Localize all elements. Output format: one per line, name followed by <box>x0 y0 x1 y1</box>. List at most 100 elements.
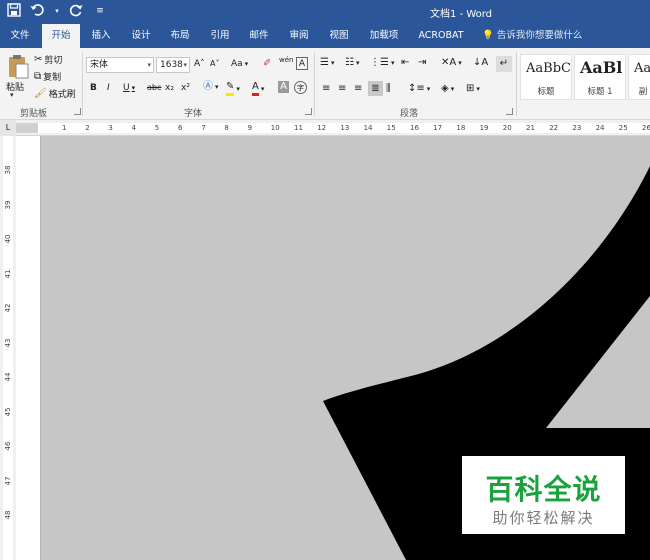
font-name-value: 宋体 <box>90 60 109 70</box>
style-subtitle[interactable]: Aa 副 <box>628 54 650 100</box>
ruler-number: 9 <box>247 124 253 132</box>
character-shading-button[interactable]: A <box>278 81 289 93</box>
bold-button[interactable]: B <box>90 83 97 93</box>
phonetic-guide-icon: wén <box>279 56 294 64</box>
align-right-button[interactable]: ≡ <box>354 83 362 95</box>
sort-button[interactable]: ↓A <box>473 57 488 69</box>
tab-selector-icon[interactable]: L <box>0 120 16 136</box>
copy-icon: ⧉ <box>34 70 42 82</box>
align-center-button[interactable]: ≡ <box>338 83 346 95</box>
format-painter-button[interactable]: 🖌 格式刷 <box>34 87 76 101</box>
copy-button[interactable]: ⧉ 复制 <box>34 70 61 84</box>
asian-layout-icon: ✕A <box>441 57 457 68</box>
tab-mailings[interactable]: 邮件 <box>240 24 278 48</box>
clear-format-button[interactable]: ✐ <box>263 58 271 70</box>
strikethrough-button[interactable]: abc <box>147 83 161 92</box>
line-spacing-button[interactable]: ↕≡ ▾ <box>408 83 430 95</box>
change-case-button[interactable]: Aa ▾ <box>231 59 248 69</box>
paragraph-mark-icon: ↵ <box>499 58 509 69</box>
show-marks-button[interactable]: ↵ <box>496 56 512 72</box>
ruler-number: 38 <box>4 165 12 175</box>
borders-icon: ⊞ <box>466 83 475 94</box>
horizontal-ruler[interactable]: 1 2 3 4 5 6 7 8 9 10 11 12 13 14 15 16 17 18 19 20 21 22 23 24 2… <box>16 123 650 133</box>
tab-acrobat[interactable]: ACROBAT <box>412 24 470 48</box>
borders-button[interactable]: ⊞ ▾ <box>466 83 480 95</box>
multilevel-list-button[interactable]: ⋮☰ ▾ <box>370 57 394 69</box>
cut-button[interactable]: ✂ 剪切 <box>34 53 62 67</box>
watermark-subtitle: 助你轻松解决 <box>492 509 595 527</box>
vertical-ruler[interactable]: 38 39 40 41 42 43 44 45 46 47 48 <box>0 136 16 560</box>
tab-references[interactable]: 引用 <box>201 24 239 48</box>
chevron-down-icon: ▾ <box>183 61 187 69</box>
style-heading1-name: 标题 1 <box>587 87 613 97</box>
page-margin <box>16 136 41 560</box>
vertical-ruler-bar: 38 39 40 41 42 43 44 45 46 47 48 <box>3 136 13 560</box>
ruler-number: 13 <box>340 124 350 132</box>
ruler-number: 48 <box>4 510 12 520</box>
style-title-sample: AaBbC <box>526 61 571 76</box>
clipboard-launcher-icon[interactable] <box>74 108 81 115</box>
font-color-icon: A <box>252 81 259 96</box>
character-border-button[interactable]: A <box>296 57 308 70</box>
bullet-list-icon: ☰ <box>320 57 329 68</box>
numbering-button[interactable]: ☷ ▾ <box>345 57 359 69</box>
grow-font-button[interactable]: A˄ <box>194 59 205 69</box>
font-name-select[interactable]: 宋体 ▾ <box>86 57 154 73</box>
shrink-font-button[interactable]: A˅ <box>210 59 219 68</box>
font-launcher-icon[interactable] <box>305 108 312 115</box>
ruler-number: 25 <box>618 124 628 132</box>
tab-review[interactable]: 审阅 <box>280 24 318 48</box>
shading-button[interactable]: ◈ ▾ <box>441 83 454 95</box>
justify-button[interactable]: ≣ <box>368 81 383 96</box>
ruler-number: 5 <box>154 124 160 132</box>
ruler-number: 18 <box>456 124 466 132</box>
lightbulb-icon: 💡 <box>482 30 494 41</box>
underline-button[interactable]: U ▾ <box>123 83 135 93</box>
paste-button[interactable]: 粘贴 <box>6 80 24 93</box>
shrink-font-icon: A˅ <box>210 59 220 68</box>
style-title[interactable]: AaBbC 标题 <box>520 54 572 100</box>
italic-button[interactable]: I <box>107 83 110 93</box>
tab-view[interactable]: 视图 <box>320 24 358 48</box>
align-left-button[interactable]: ≡ <box>322 83 330 95</box>
numbered-list-icon: ☷ <box>345 57 354 68</box>
tab-layout[interactable]: 布局 <box>161 24 199 48</box>
tab-insert[interactable]: 插入 <box>82 24 120 48</box>
asian-layout-button[interactable]: ✕A ▾ <box>441 57 462 69</box>
tell-me-box[interactable]: 💡 告诉我你想要做什么 <box>482 24 582 48</box>
paste-icon[interactable] <box>6 54 30 80</box>
distributed-icon: ⫼ <box>386 83 391 94</box>
decrease-indent-button[interactable]: ⇤ <box>401 57 409 69</box>
brush-icon: 🖌 <box>34 87 47 99</box>
paragraph-launcher-icon[interactable] <box>506 108 513 115</box>
ruler-number: 10 <box>270 124 280 132</box>
tab-design[interactable]: 设计 <box>122 24 160 48</box>
increase-indent-button[interactable]: ⇥ <box>418 57 426 69</box>
font-color-button[interactable]: A ▾ <box>252 81 264 96</box>
superscript-button[interactable]: x² <box>181 83 190 93</box>
tab-addins[interactable]: 加载项 <box>362 24 406 48</box>
enclose-characters-button[interactable]: 字 <box>294 81 307 94</box>
window-title: 文档1 - Word <box>430 9 493 20</box>
style-heading1[interactable]: AaBl 标题 1 <box>574 54 626 100</box>
font-group-label: 字体 <box>184 109 203 119</box>
text-effects-button[interactable]: Ⓐ ▾ <box>203 81 219 93</box>
paste-dropdown-icon[interactable]: ▾ <box>10 91 14 99</box>
highlight-button[interactable]: ✎ ▾ <box>226 81 240 96</box>
subscript-button[interactable]: x₂ <box>165 83 174 93</box>
ruler-number: 16 <box>410 124 419 132</box>
phonetic-guide-button[interactable]: wén <box>279 56 293 64</box>
ruler-number: 26 <box>642 124 650 132</box>
group-divider <box>314 52 315 116</box>
paragraph-group-label: 段落 <box>400 109 419 119</box>
ruler-number: 17 <box>433 124 443 132</box>
tab-file[interactable]: 文件 <box>0 24 40 48</box>
style-title-name: 标题 <box>537 87 555 97</box>
tab-home[interactable]: 开始 <box>42 24 80 48</box>
highlighter-icon: ✎ <box>226 81 235 96</box>
bullets-button[interactable]: ☰ ▾ <box>320 57 334 69</box>
ruler-number: 42 <box>4 303 12 313</box>
ruler-number: 40 <box>4 234 12 244</box>
distributed-button[interactable]: ⫼ <box>386 83 391 95</box>
font-size-select[interactable]: 1638 ▾ <box>156 57 190 73</box>
